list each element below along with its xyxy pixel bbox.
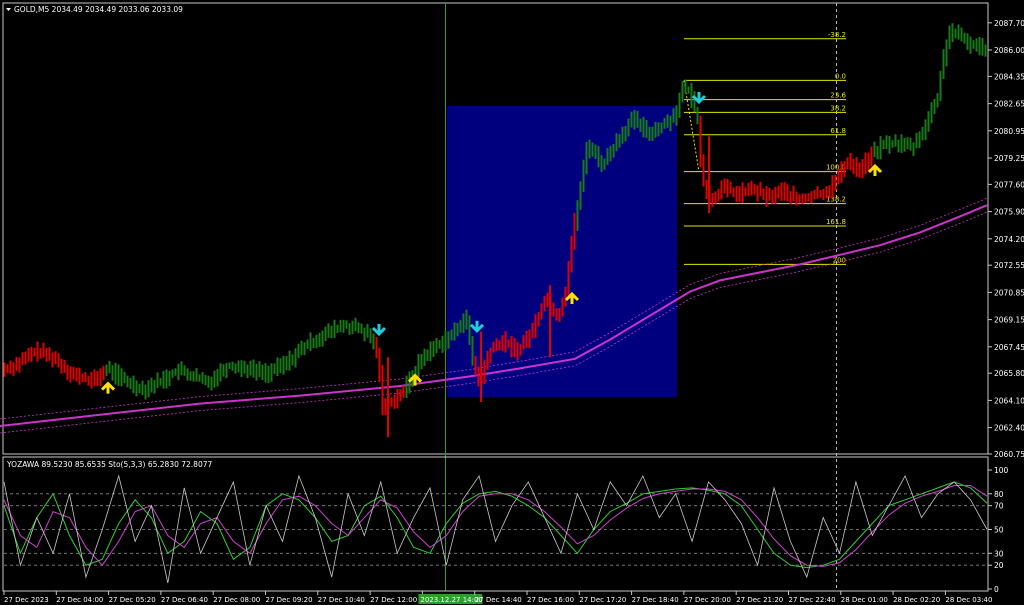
oscillator-tick-label: 0 <box>994 585 999 594</box>
time-tick-label: 27 Dec 09:20 <box>266 596 313 604</box>
time-tick-label: 28 Dec 02:20 <box>893 596 940 604</box>
fib-level-label: 38.2 <box>830 104 846 112</box>
time-tick-label: 27 Dec 08:00 <box>213 596 260 604</box>
price-tick-label: 2084.35 <box>994 72 1024 81</box>
time-tick-label: 27 Dec 04:00 <box>56 596 103 604</box>
price-tick-label: 2082.65 <box>994 100 1024 109</box>
fib-level-label: 161.8 <box>826 218 846 226</box>
time-tick-label: 27 Dec 06:40 <box>161 596 208 604</box>
time-tick-label: 28 Dec 01:00 <box>841 596 888 604</box>
time-tick-label: 27 Dec 14:40 <box>475 596 522 604</box>
price-tick-label: 2065.80 <box>994 369 1024 378</box>
fib-level-label: 23.6 <box>830 92 846 100</box>
price-tick-label: 2075.90 <box>994 208 1024 217</box>
price-tick-label: 2062.40 <box>994 424 1024 433</box>
price-tick-label: 2080.95 <box>994 127 1024 136</box>
time-tick-label-highlight: 2023.12.27 14:00 <box>420 596 482 604</box>
trading-chart[interactable]: -38.20.023.638.261.8100.0138.2161.8200 2… <box>0 0 1024 605</box>
oscillator-tick-label: 20 <box>994 561 1004 570</box>
time-tick-label: 27 Dec 16:00 <box>527 596 574 604</box>
price-tick-label: 2079.25 <box>994 154 1024 163</box>
fib-level-label: -38.2 <box>828 31 846 39</box>
price-tick-label: 2060.75 <box>994 450 1024 459</box>
oscillator-tick-label: 100 <box>994 466 1009 475</box>
time-tick-label: 27 Dec 18:40 <box>632 596 679 604</box>
oscillator-tick-label: 50 <box>994 526 1004 535</box>
price-tick-label: 2072.55 <box>994 261 1024 270</box>
fib-level-label: 100.0 <box>826 164 846 172</box>
time-tick-label: 27 Dec 17:20 <box>579 596 626 604</box>
time-tick-label: 27 Dec 2023 <box>4 596 49 604</box>
time-tick-label: 27 Dec 22:40 <box>789 596 836 604</box>
indicator-header: YOZAWA 89.5230 85.6535 Sto(5,3,3) 65.283… <box>6 460 213 469</box>
oscillator-tick-label: 80 <box>994 490 1004 499</box>
price-tick-label: 2070.85 <box>994 288 1024 297</box>
time-tick-label: 27 Dec 20:00 <box>684 596 731 604</box>
oscillator-tick-label: 70 <box>994 502 1004 511</box>
price-tick-label: 2064.10 <box>994 396 1024 405</box>
price-tick-label: 2067.45 <box>994 343 1024 352</box>
fib-level-label: 61.8 <box>830 127 846 135</box>
oscillator-tick-label: 30 <box>994 549 1004 558</box>
price-tick-label: 2074.20 <box>994 235 1024 244</box>
time-tick-label: 27 Dec 12:00 <box>370 596 417 604</box>
price-tick-label: 2087.70 <box>994 19 1024 28</box>
time-tick-label: 27 Dec 10:40 <box>318 596 365 604</box>
time-tick-label: 28 Dec 03:40 <box>945 596 992 604</box>
symbol-header: GOLD,M5 2034.49 2034.49 2033.06 2033.09 <box>14 5 183 14</box>
time-tick-label: 27 Dec 05:20 <box>109 596 156 604</box>
price-tick-label: 2077.60 <box>994 180 1024 189</box>
time-tick-label: 27 Dec 21:20 <box>736 596 783 604</box>
fib-level-label: 0.0 <box>835 72 846 80</box>
price-tick-label: 2086.00 <box>994 46 1024 55</box>
price-tick-label: 2069.15 <box>994 316 1024 325</box>
